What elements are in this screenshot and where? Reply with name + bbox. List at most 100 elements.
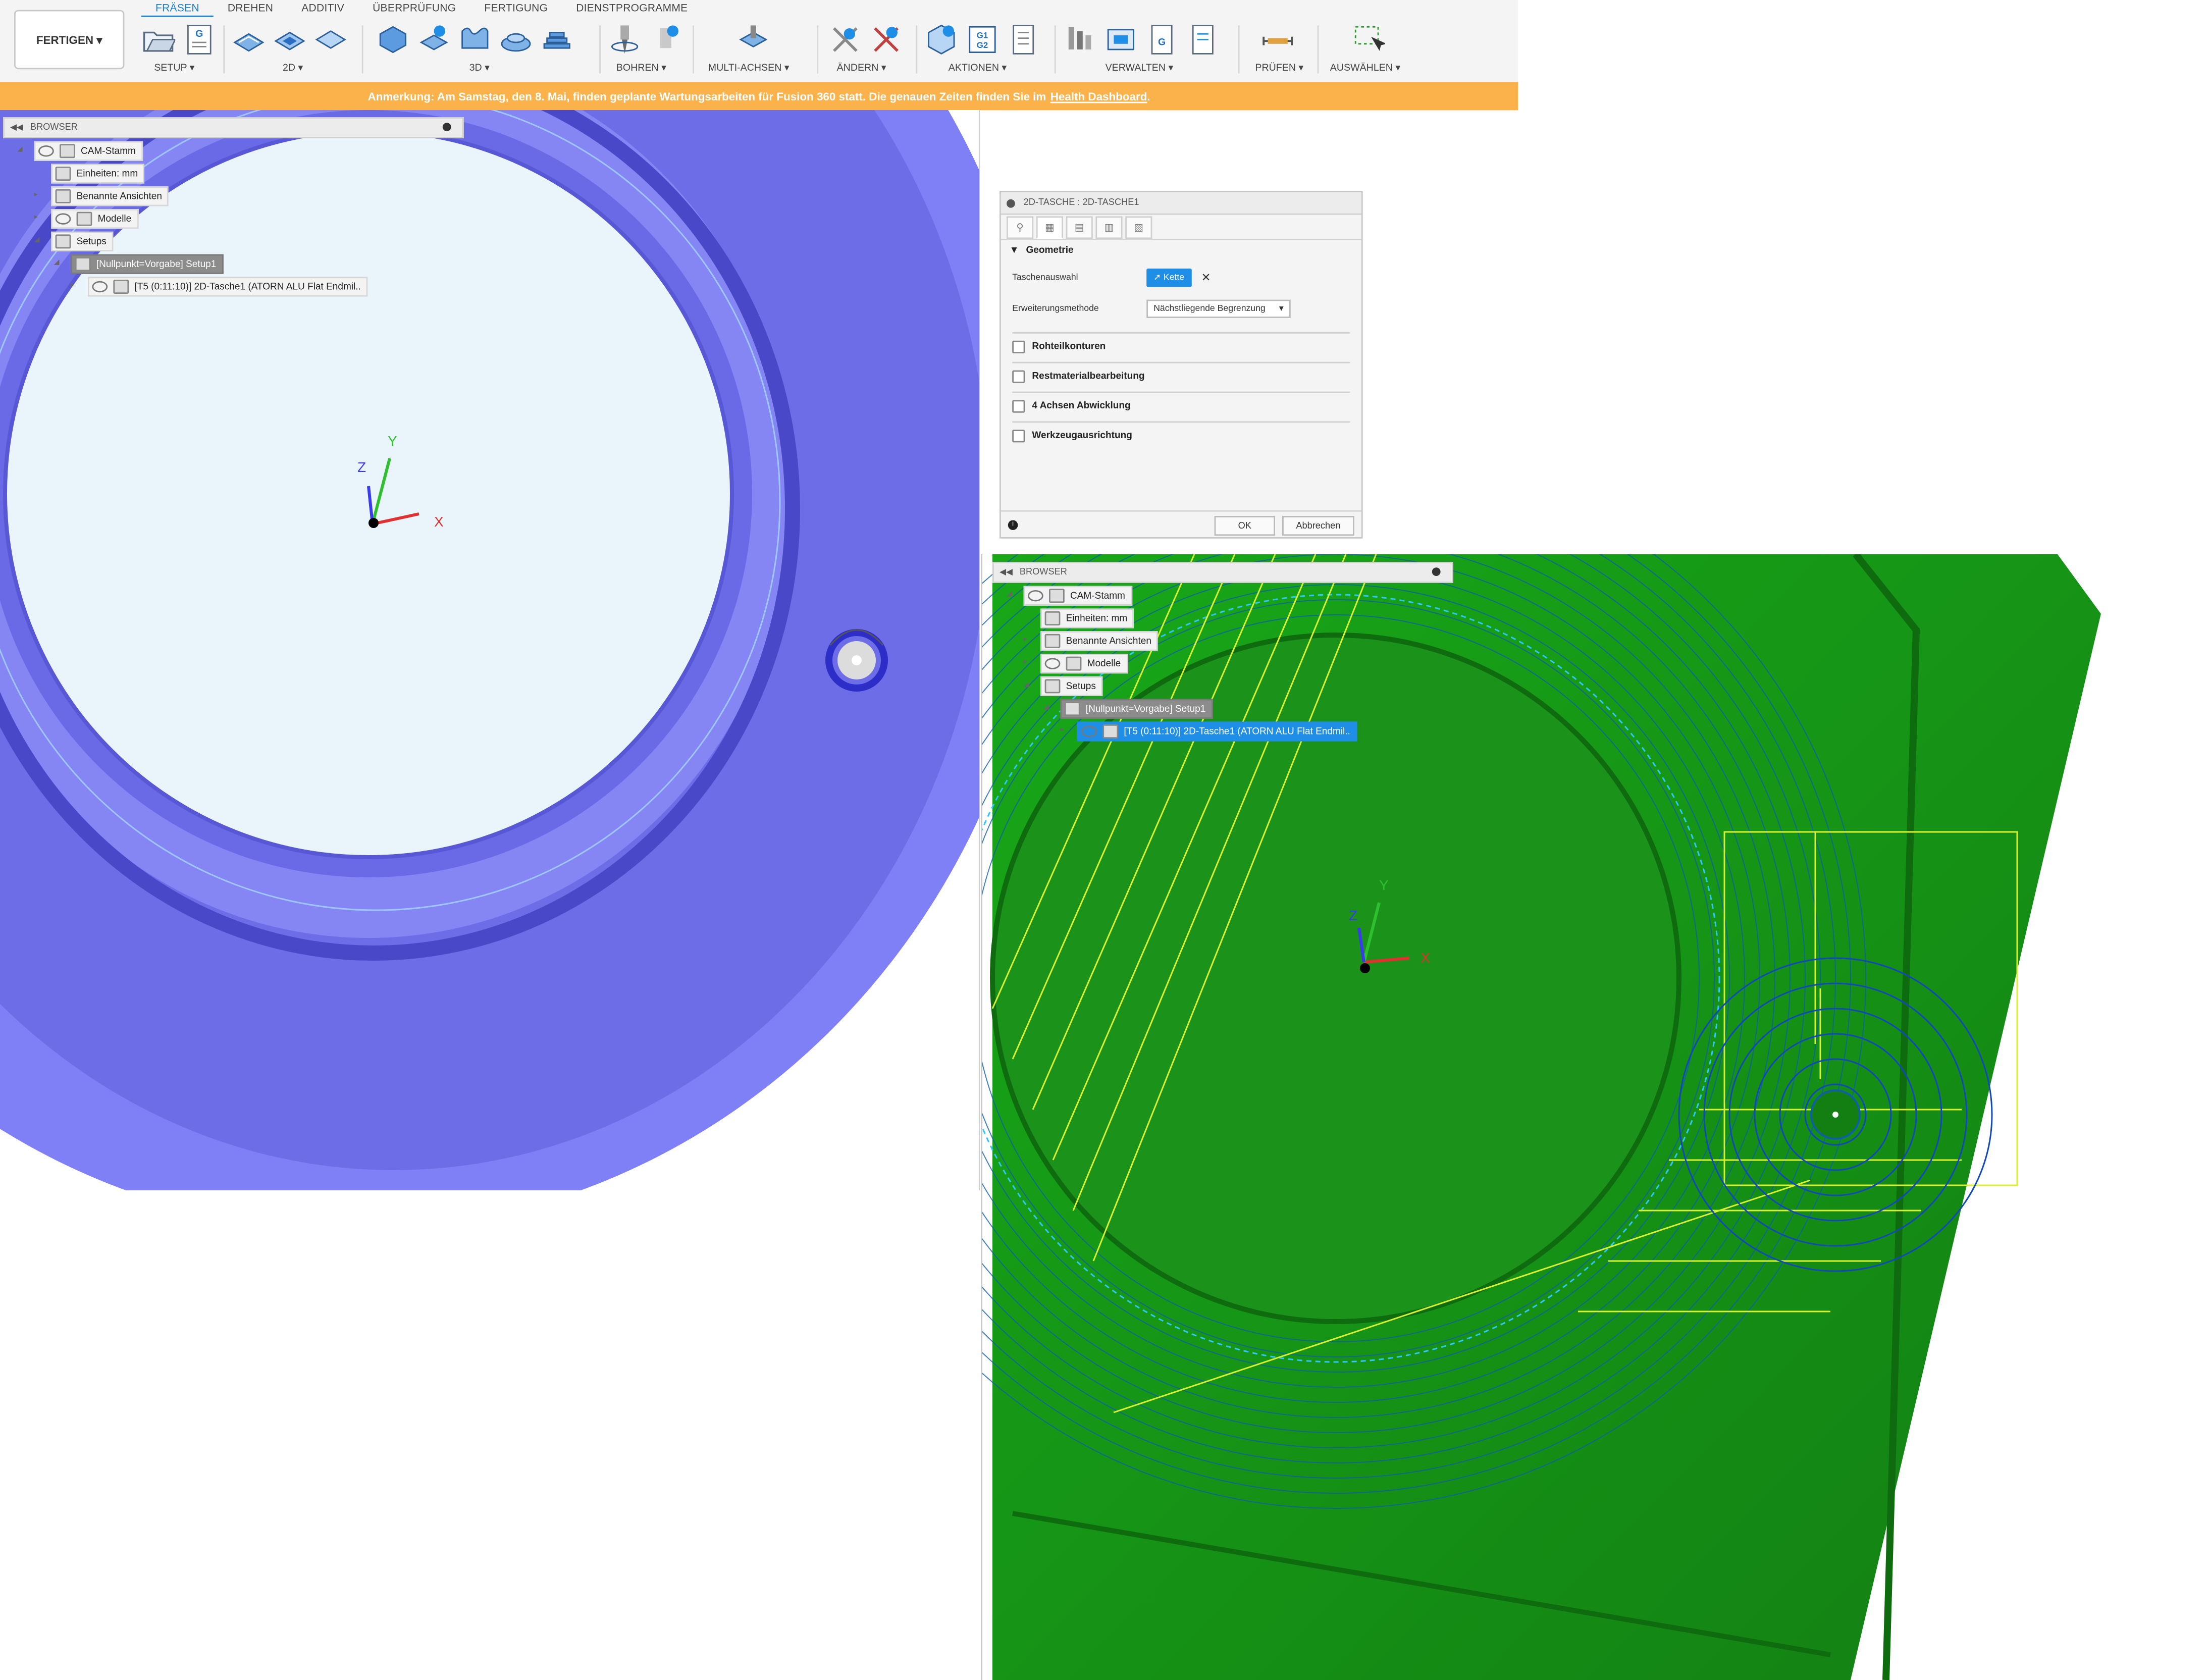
2d-face-icon[interactable] xyxy=(314,23,348,57)
tree-node-models[interactable]: Modelle xyxy=(51,209,139,229)
tree-node-root[interactable]: CAM-Stamm xyxy=(1023,586,1132,606)
select-window-icon[interactable] xyxy=(1351,23,1385,57)
info-icon[interactable]: i xyxy=(1008,519,1018,530)
tree-node-setups[interactable]: Setups xyxy=(51,231,114,251)
cancel-button[interactable]: Abbrechen xyxy=(1282,516,1354,536)
tab-heights-icon[interactable]: ▤ xyxy=(1066,216,1093,238)
group-label-2d[interactable]: 2D ▾ xyxy=(283,62,303,74)
post-process-icon[interactable]: G1G2 xyxy=(965,23,999,57)
eye-icon[interactable] xyxy=(38,145,54,157)
tab-drehen[interactable]: DREHEN xyxy=(214,0,287,17)
2d-adaptive-icon[interactable] xyxy=(232,23,266,57)
tab-passes-icon[interactable]: ▥ xyxy=(1095,216,1123,238)
section-geometry[interactable]: ▼ Geometrie xyxy=(1001,240,1361,261)
collapse-dialog-icon[interactable] xyxy=(1007,198,1015,207)
tree-node-views[interactable]: Benannte Ansichten xyxy=(1040,631,1159,651)
expand-icon[interactable]: ◢ xyxy=(17,145,23,154)
thread-icon[interactable] xyxy=(649,23,682,57)
tool-library-icon[interactable] xyxy=(1063,23,1097,57)
expand-icon[interactable]: ◢ xyxy=(1024,680,1029,689)
group-label-3d[interactable]: 3D ▾ xyxy=(469,62,490,74)
tree-node-views[interactable]: Benannte Ansichten xyxy=(51,186,169,206)
workspace-switcher[interactable]: FERTIGEN ▾ xyxy=(14,10,125,70)
eye-icon[interactable] xyxy=(1081,725,1097,738)
extension-method-select[interactable]: Nächstliegende Begrenzung ▾ xyxy=(1146,299,1291,318)
template-library-icon[interactable] xyxy=(1186,23,1220,57)
collapse-icon[interactable]: ◀◀ xyxy=(10,123,23,133)
simulate-icon[interactable] xyxy=(924,23,958,57)
tab-ueberpruefung[interactable]: ÜBERPRÜFUNG xyxy=(358,0,470,17)
group-label-modify[interactable]: ÄNDERN ▾ xyxy=(837,62,886,74)
3d-contour-icon[interactable] xyxy=(499,23,533,57)
trim-toolpath-icon[interactable] xyxy=(828,23,862,57)
expand-icon[interactable]: ◢ xyxy=(34,236,40,244)
tab-dienstprogramme[interactable]: DIENSTPROGRAMME xyxy=(562,0,702,17)
group-label-actions[interactable]: AKTIONEN ▾ xyxy=(949,62,1007,74)
eye-icon[interactable] xyxy=(92,281,108,293)
3d-scallop-icon[interactable] xyxy=(540,23,574,57)
ok-button[interactable]: OK xyxy=(1214,516,1275,536)
tree-node-models[interactable]: Modelle xyxy=(1040,654,1128,674)
collapse-icon[interactable]: ◀◀ xyxy=(1000,567,1013,578)
clear-selection-icon[interactable]: ✕ xyxy=(1201,271,1211,283)
pin-icon[interactable] xyxy=(1432,567,1441,576)
group-label-select[interactable]: AUSWÄHLEN ▾ xyxy=(1330,62,1400,74)
chain-button[interactable]: ➚ Kette xyxy=(1146,268,1192,286)
measure-icon[interactable] xyxy=(1261,23,1295,57)
tree-row-models: ▸ Modelle xyxy=(992,651,1453,674)
tree-node-root[interactable]: CAM-Stamm xyxy=(34,141,143,161)
delete-toolpath-icon[interactable] xyxy=(869,23,903,57)
health-dashboard-link[interactable]: Health Dashboard xyxy=(1050,90,1147,102)
expand-icon[interactable]: ▸ xyxy=(1024,636,1027,644)
3d-parallel-icon[interactable] xyxy=(458,23,492,57)
group-label-setup[interactable]: SETUP ▾ xyxy=(154,62,194,74)
group-label-drill[interactable]: BOHREN ▾ xyxy=(616,62,666,74)
group-label-multi-axis[interactable]: MULTI-ACHSEN ▾ xyxy=(708,62,790,74)
expand-icon[interactable]: ▸ xyxy=(34,213,38,222)
tab-linking-icon[interactable]: ▧ xyxy=(1125,216,1152,238)
tree-node-setup1[interactable]: [Nullpunkt=Vorgabe] Setup1 xyxy=(1060,699,1213,719)
drill-icon[interactable] xyxy=(608,23,642,57)
machine-library-icon[interactable] xyxy=(1104,23,1138,57)
tree-node-units[interactable]: Einheiten: mm xyxy=(1040,608,1135,628)
pin-icon[interactable] xyxy=(442,123,451,131)
expand-icon[interactable]: ◢ xyxy=(1043,703,1049,712)
pocket-selection-label: Taschenauswahl xyxy=(1012,272,1078,282)
checkbox-stock-contours[interactable]: Rohteilkonturen xyxy=(1012,332,1350,353)
2d-pocket-icon[interactable] xyxy=(273,23,306,57)
tab-additiv[interactable]: ADDITIV xyxy=(287,0,358,17)
eye-icon[interactable] xyxy=(1028,590,1043,602)
3d-adaptive-icon[interactable] xyxy=(376,23,410,57)
tab-fraesen[interactable]: FRÄSEN xyxy=(141,0,214,17)
tree-node-units[interactable]: Einheiten: mm xyxy=(51,164,145,184)
tree-row-setup1: ◢ [Nullpunkt=Vorgabe] Setup1 xyxy=(3,251,464,274)
expand-icon[interactable]: ▸ xyxy=(1060,726,1064,734)
tree-node-operation[interactable]: [T5 (0:11:10)] 2D-Tasche1 (ATORN ALU Fla… xyxy=(88,277,368,297)
expand-icon[interactable]: ◢ xyxy=(54,258,60,267)
expand-icon[interactable]: ▸ xyxy=(71,281,74,290)
tree-row-views: ▸ Benannte Ansichten xyxy=(3,184,464,206)
group-label-manage[interactable]: VERWALTEN ▾ xyxy=(1106,62,1174,74)
nc-program-icon[interactable]: G xyxy=(182,23,216,57)
tree-node-operation-selected[interactable]: [T5 (0:11:10)] 2D-Tasche1 (ATORN ALU Fla… xyxy=(1077,721,1357,742)
expand-icon[interactable]: ▸ xyxy=(1024,658,1027,666)
eye-icon[interactable] xyxy=(1044,658,1061,669)
tree-node-setups[interactable]: Setups xyxy=(1040,676,1103,696)
tab-tool-icon[interactable]: ⚲ xyxy=(1007,216,1034,238)
checkbox-rest-machining[interactable]: Restmaterialbearbeitung xyxy=(1012,361,1350,383)
expand-icon[interactable]: ▸ xyxy=(34,191,38,199)
tab-fertigung[interactable]: FERTIGUNG xyxy=(470,0,562,17)
setup-folder-icon[interactable] xyxy=(141,23,176,57)
eye-icon[interactable] xyxy=(55,213,71,225)
setup-sheet-icon[interactable] xyxy=(1007,23,1040,57)
checkbox-tool-orientation[interactable]: Werkzeugausrichtung xyxy=(1012,421,1350,443)
expand-icon[interactable]: ◢ xyxy=(1007,590,1012,599)
notice-text: Anmerkung: Am Samstag, den 8. Mai, finde… xyxy=(367,89,1046,102)
group-label-inspect[interactable]: PRÜFEN ▾ xyxy=(1255,62,1303,74)
multi-axis-icon[interactable] xyxy=(737,23,770,57)
tree-node-setup1[interactable]: [Nullpunkt=Vorgabe] Setup1 xyxy=(71,254,224,274)
3d-pocket-icon[interactable] xyxy=(417,23,451,57)
post-library-icon[interactable]: G xyxy=(1145,23,1179,57)
checkbox-4-axis-wrap[interactable]: 4 Achsen Abwicklung xyxy=(1012,391,1350,413)
tab-geometry-icon[interactable]: ▦ xyxy=(1036,216,1063,238)
